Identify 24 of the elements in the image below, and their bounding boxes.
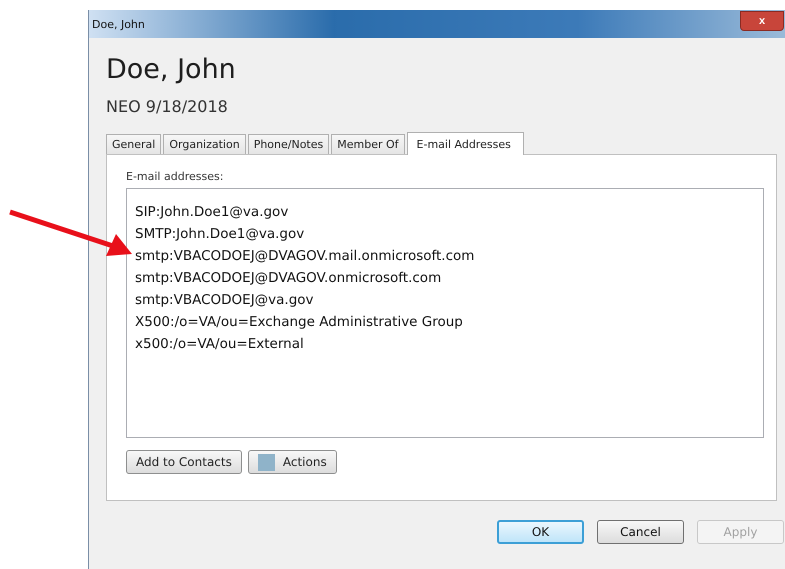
tab[interactable]: Member Of — [331, 134, 405, 154]
tab[interactable]: Organization — [163, 134, 246, 154]
actions-button[interactable]: Actions — [248, 450, 337, 474]
window-title: Doe, John — [91, 18, 145, 30]
dialog-button[interactable]: Cancel — [597, 520, 684, 544]
tab[interactable]: Phone/Notes — [248, 134, 330, 154]
address-item[interactable]: smtp:VBACODOEJ@va.gov — [135, 289, 763, 311]
close-button[interactable]: x — [740, 11, 784, 31]
tab[interactable]: General — [106, 134, 162, 154]
address-item[interactable]: SIP:John.Doe1@va.gov — [135, 201, 763, 223]
address-item[interactable]: X500:/o=VA/ou=Exchange Administrative Group — [135, 311, 763, 333]
address-item[interactable]: smtp:VBACODOEJ@DVAGOV.onmicrosoft.com — [135, 267, 763, 289]
address-item[interactable]: x500:/o=VA/ou=External — [135, 333, 763, 355]
dialog-button[interactable]: OK — [497, 520, 584, 544]
arrow-icon — [8, 208, 133, 258]
add-button[interactable]: Add to Contacts — [126, 450, 242, 474]
address-item[interactable]: SMTP:John.Doe1@va.gov — [135, 223, 763, 245]
field-label: E-mail addresses: — [126, 170, 224, 183]
contact-note: NEO 9/18/2018 — [106, 97, 229, 118]
address-item[interactable]: smtp:VBACODOEJ@DVAGOV.mail.onmicrosoft.com — [135, 245, 763, 267]
address-list[interactable] — [126, 188, 764, 438]
contact-name: Doe, John — [106, 54, 237, 87]
square-icon — [258, 454, 275, 470]
tab[interactable]: E-mail Addresses — [406, 132, 524, 155]
